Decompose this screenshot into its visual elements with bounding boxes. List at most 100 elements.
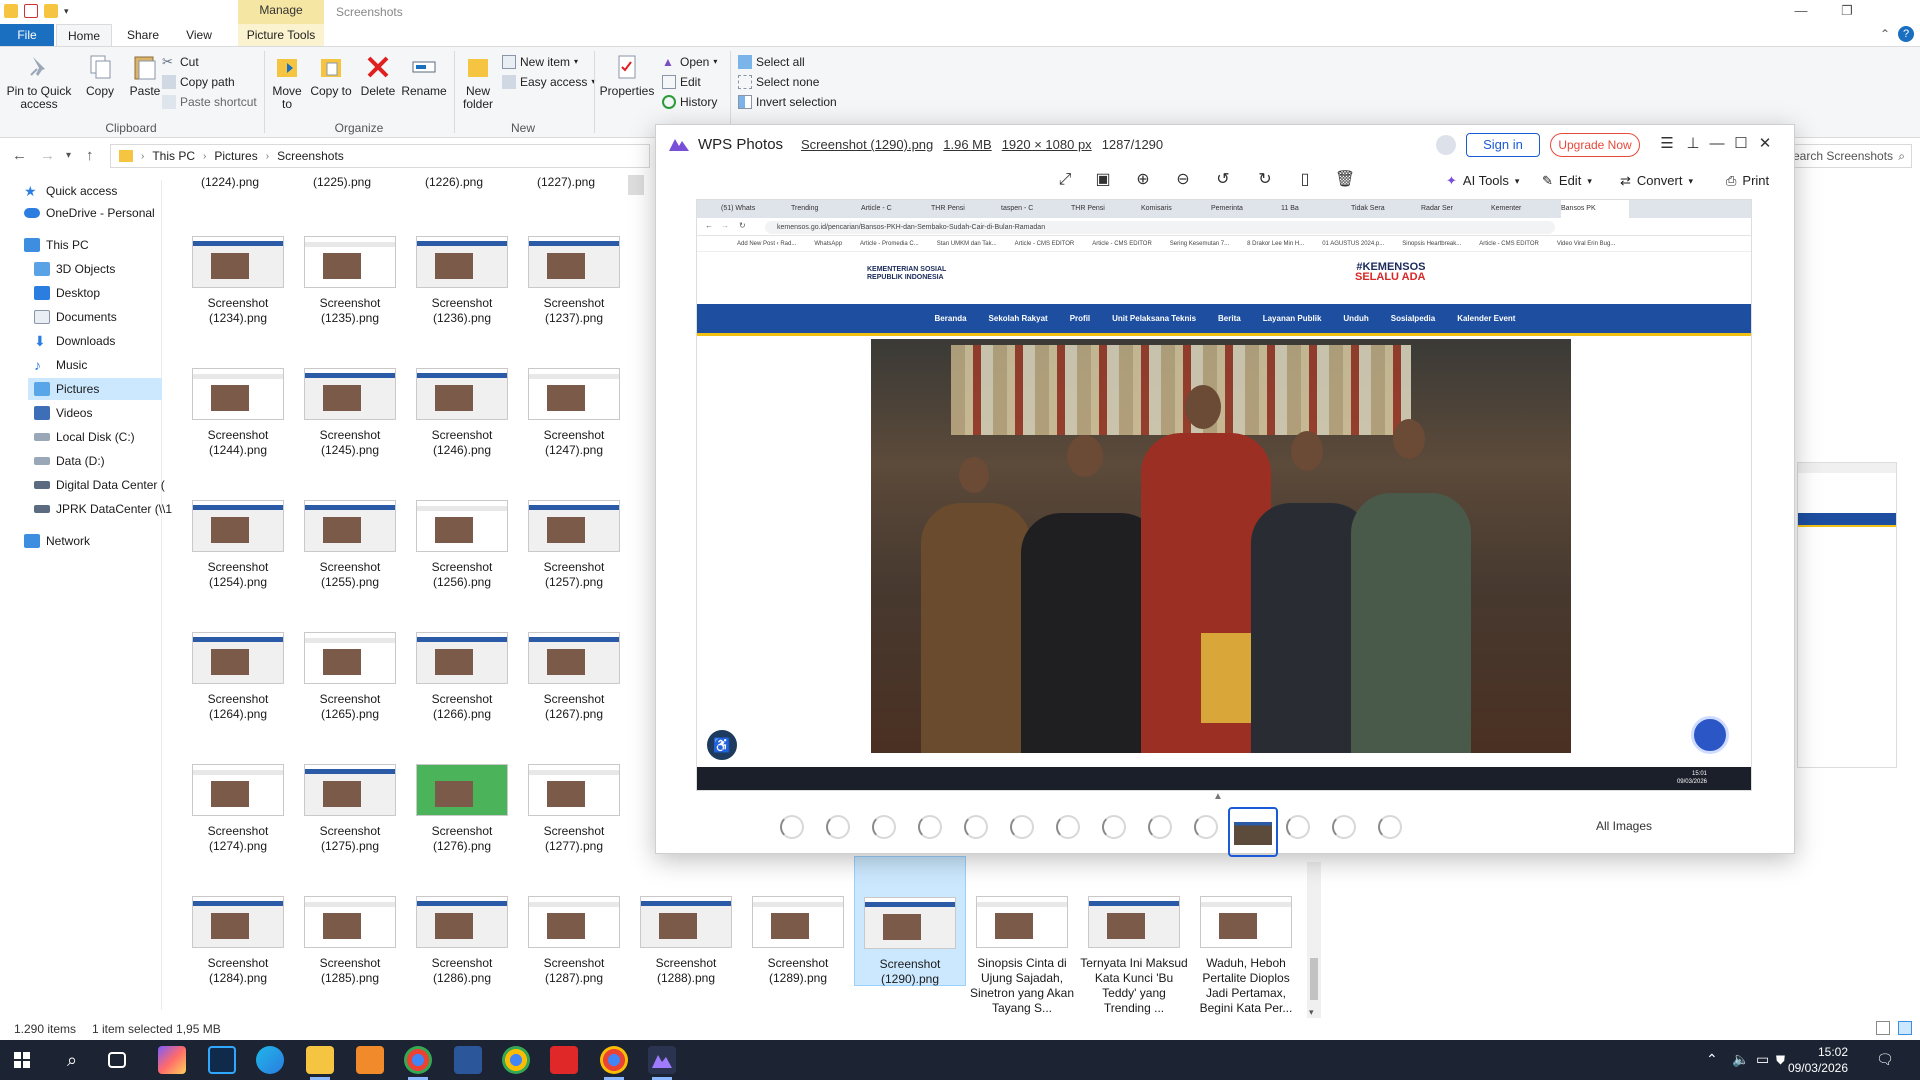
pin-quick-access-button[interactable]: Pin to Quick access bbox=[4, 53, 74, 111]
chevron-down-icon[interactable]: ▾ bbox=[1309, 1007, 1314, 1018]
chevron-up-icon[interactable]: ▲ bbox=[1213, 791, 1223, 802]
large-icons-view-icon[interactable] bbox=[1898, 1021, 1912, 1035]
chevron-down-icon[interactable]: ▾ bbox=[64, 6, 69, 17]
wps-photos-icon[interactable] bbox=[648, 1046, 676, 1080]
file-tile[interactable]: Screenshot (1246).png bbox=[406, 368, 518, 458]
file-label[interactable]: (1226).png bbox=[398, 175, 510, 190]
up-icon[interactable]: ↑ bbox=[86, 147, 94, 164]
speaker-icon[interactable]: 🔈 bbox=[1732, 1051, 1749, 1068]
file-tile[interactable]: Screenshot (1257).png bbox=[518, 500, 630, 590]
delete-button[interactable]: Delete bbox=[356, 53, 400, 98]
nav-digital-data-center[interactable]: Digital Data Center ( bbox=[34, 474, 165, 496]
wps-office-icon[interactable] bbox=[356, 1046, 384, 1074]
file-tile-selected[interactable]: Screenshot (1290).png bbox=[854, 856, 966, 986]
file-tile[interactable]: Screenshot (1256).png bbox=[406, 500, 518, 590]
properties-icon[interactable] bbox=[24, 4, 38, 18]
file-explorer-icon[interactable] bbox=[306, 1046, 334, 1080]
convert-button[interactable]: ⇄ Convert ▾ bbox=[1620, 171, 1693, 191]
edit-button[interactable]: Edit bbox=[662, 73, 701, 91]
start-icon[interactable] bbox=[8, 1046, 36, 1074]
file-tile[interactable]: Ternyata Ini Maksud Kata Kunci 'Bu Teddy… bbox=[1078, 896, 1190, 1016]
thumbnail-selected[interactable] bbox=[1228, 807, 1278, 857]
word-icon[interactable] bbox=[454, 1046, 482, 1074]
edit-button[interactable]: ✎ Edit ▾ bbox=[1542, 171, 1592, 191]
thumbnail-loading[interactable] bbox=[1044, 807, 1094, 857]
chevron-up-icon[interactable]: ⌃ bbox=[1706, 1051, 1718, 1068]
folder-icon[interactable] bbox=[4, 4, 18, 18]
file-tile[interactable]: Screenshot (1235).png bbox=[294, 236, 406, 326]
avatar[interactable] bbox=[1436, 135, 1456, 155]
upgrade-button[interactable]: Upgrade Now bbox=[1550, 133, 1640, 157]
forward-icon[interactable]: → bbox=[40, 147, 55, 164]
file-label[interactable]: (1224).png bbox=[174, 175, 286, 190]
file-tile[interactable]: Screenshot (1284).png bbox=[182, 896, 294, 986]
file-tile[interactable]: Screenshot (1266).png bbox=[406, 632, 518, 722]
nav-documents[interactable]: Documents bbox=[34, 306, 117, 328]
search-icon[interactable]: ⌕ bbox=[58, 1046, 86, 1074]
file-tile[interactable]: Screenshot (1264).png bbox=[182, 632, 294, 722]
copilot-icon[interactable] bbox=[158, 1046, 186, 1074]
breadcrumb-screenshots[interactable]: Screenshots bbox=[277, 149, 344, 163]
nav-jprk[interactable]: JPRK DataCenter (\\1 bbox=[34, 498, 172, 520]
file-name[interactable]: Screenshot (1290).png bbox=[801, 137, 933, 152]
thumbnail-loading[interactable] bbox=[814, 807, 864, 857]
file-tile[interactable]: Screenshot (1244).png bbox=[182, 368, 294, 458]
thumbnail-loading[interactable] bbox=[1090, 807, 1140, 857]
breadcrumb-pictures[interactable]: Pictures bbox=[214, 149, 257, 163]
flip-icon[interactable]: ▯ bbox=[1294, 169, 1316, 191]
select-all-button[interactable]: Select all bbox=[738, 53, 805, 71]
new-folder-icon[interactable] bbox=[44, 4, 58, 18]
rotate-right-icon[interactable]: ↻ bbox=[1254, 169, 1276, 191]
easy-access-button[interactable]: Easy access ▾ bbox=[502, 73, 595, 91]
photoshop-icon[interactable] bbox=[208, 1046, 236, 1074]
rotate-left-icon[interactable]: ↺ bbox=[1212, 169, 1234, 191]
scrollbar-thumb[interactable] bbox=[1310, 958, 1318, 1000]
tab-view[interactable]: View bbox=[172, 24, 226, 46]
cut-button[interactable]: ✂ Cut bbox=[162, 53, 199, 71]
nav-3d-objects[interactable]: 3D Objects bbox=[34, 258, 115, 280]
file-tile[interactable]: Screenshot (1255).png bbox=[294, 500, 406, 590]
print-button[interactable]: ⎙ Print bbox=[1726, 171, 1769, 191]
move-to-button[interactable]: Move to bbox=[266, 53, 308, 111]
thumbnail-loading[interactable] bbox=[860, 807, 910, 857]
actual-size-icon[interactable]: ▣ bbox=[1092, 169, 1114, 191]
nav-music[interactable]: ♪ Music bbox=[34, 354, 87, 376]
history-button[interactable]: History bbox=[662, 93, 717, 111]
properties-button[interactable]: Properties bbox=[598, 53, 656, 98]
delete-icon[interactable]: 🗑 bbox=[1334, 169, 1356, 191]
tab-picture-tools[interactable]: Picture Tools bbox=[238, 24, 324, 46]
nav-local-disk[interactable]: Local Disk (C:) bbox=[34, 426, 135, 448]
chrome-profile-icon[interactable] bbox=[502, 1046, 530, 1074]
thumbnail-loading[interactable] bbox=[1182, 807, 1232, 857]
file-tile[interactable]: Screenshot (1237).png bbox=[518, 236, 630, 326]
minimize-button[interactable]: — bbox=[1778, 0, 1824, 24]
image-viewport[interactable]: (51) Whats Trending Article - C THR Pensi ta… bbox=[696, 199, 1752, 791]
notification-icon[interactable]: 🗨 bbox=[1876, 1051, 1894, 1068]
new-folder-button[interactable]: New folder bbox=[456, 53, 500, 111]
task-view-icon[interactable] bbox=[108, 1052, 126, 1068]
file-label[interactable]: (1225).png bbox=[286, 175, 398, 190]
file-tile[interactable]: Screenshot (1285).png bbox=[294, 896, 406, 986]
file-tile[interactable]: Screenshot (1267).png bbox=[518, 632, 630, 722]
sign-in-button[interactable]: Sign in bbox=[1466, 133, 1540, 157]
file-tile[interactable]: Screenshot (1236).png bbox=[406, 236, 518, 326]
open-button[interactable]: ▲ Open ▾ bbox=[662, 53, 717, 71]
nav-onedrive[interactable]: OneDrive - Personal bbox=[24, 202, 155, 224]
breadcrumb-this-pc[interactable]: This PC bbox=[152, 149, 195, 163]
pin-icon[interactable]: ⊥ bbox=[1682, 133, 1704, 155]
tab-share[interactable]: Share bbox=[116, 24, 170, 46]
back-icon[interactable]: ← bbox=[12, 147, 27, 164]
copy-to-button[interactable]: Copy to bbox=[310, 53, 352, 98]
edge-icon[interactable] bbox=[256, 1046, 284, 1074]
zoom-in-icon[interactable]: ⊕ bbox=[1132, 169, 1154, 191]
fullscreen-icon[interactable]: ⤢ bbox=[1054, 169, 1076, 191]
minimize-button[interactable]: — bbox=[1706, 133, 1728, 155]
thumbnail-loading[interactable] bbox=[1320, 807, 1370, 857]
nav-pictures[interactable]: Pictures bbox=[28, 378, 162, 400]
file-tile[interactable]: Screenshot (1275).png bbox=[294, 764, 406, 854]
recent-locations-icon[interactable]: ▾ bbox=[66, 150, 71, 161]
file-tile[interactable]: Screenshot (1289).png bbox=[742, 896, 854, 986]
select-none-button[interactable]: Select none bbox=[738, 73, 819, 91]
nav-this-pc[interactable]: This PC bbox=[24, 234, 89, 256]
file-tile[interactable]: Screenshot (1265).png bbox=[294, 632, 406, 722]
